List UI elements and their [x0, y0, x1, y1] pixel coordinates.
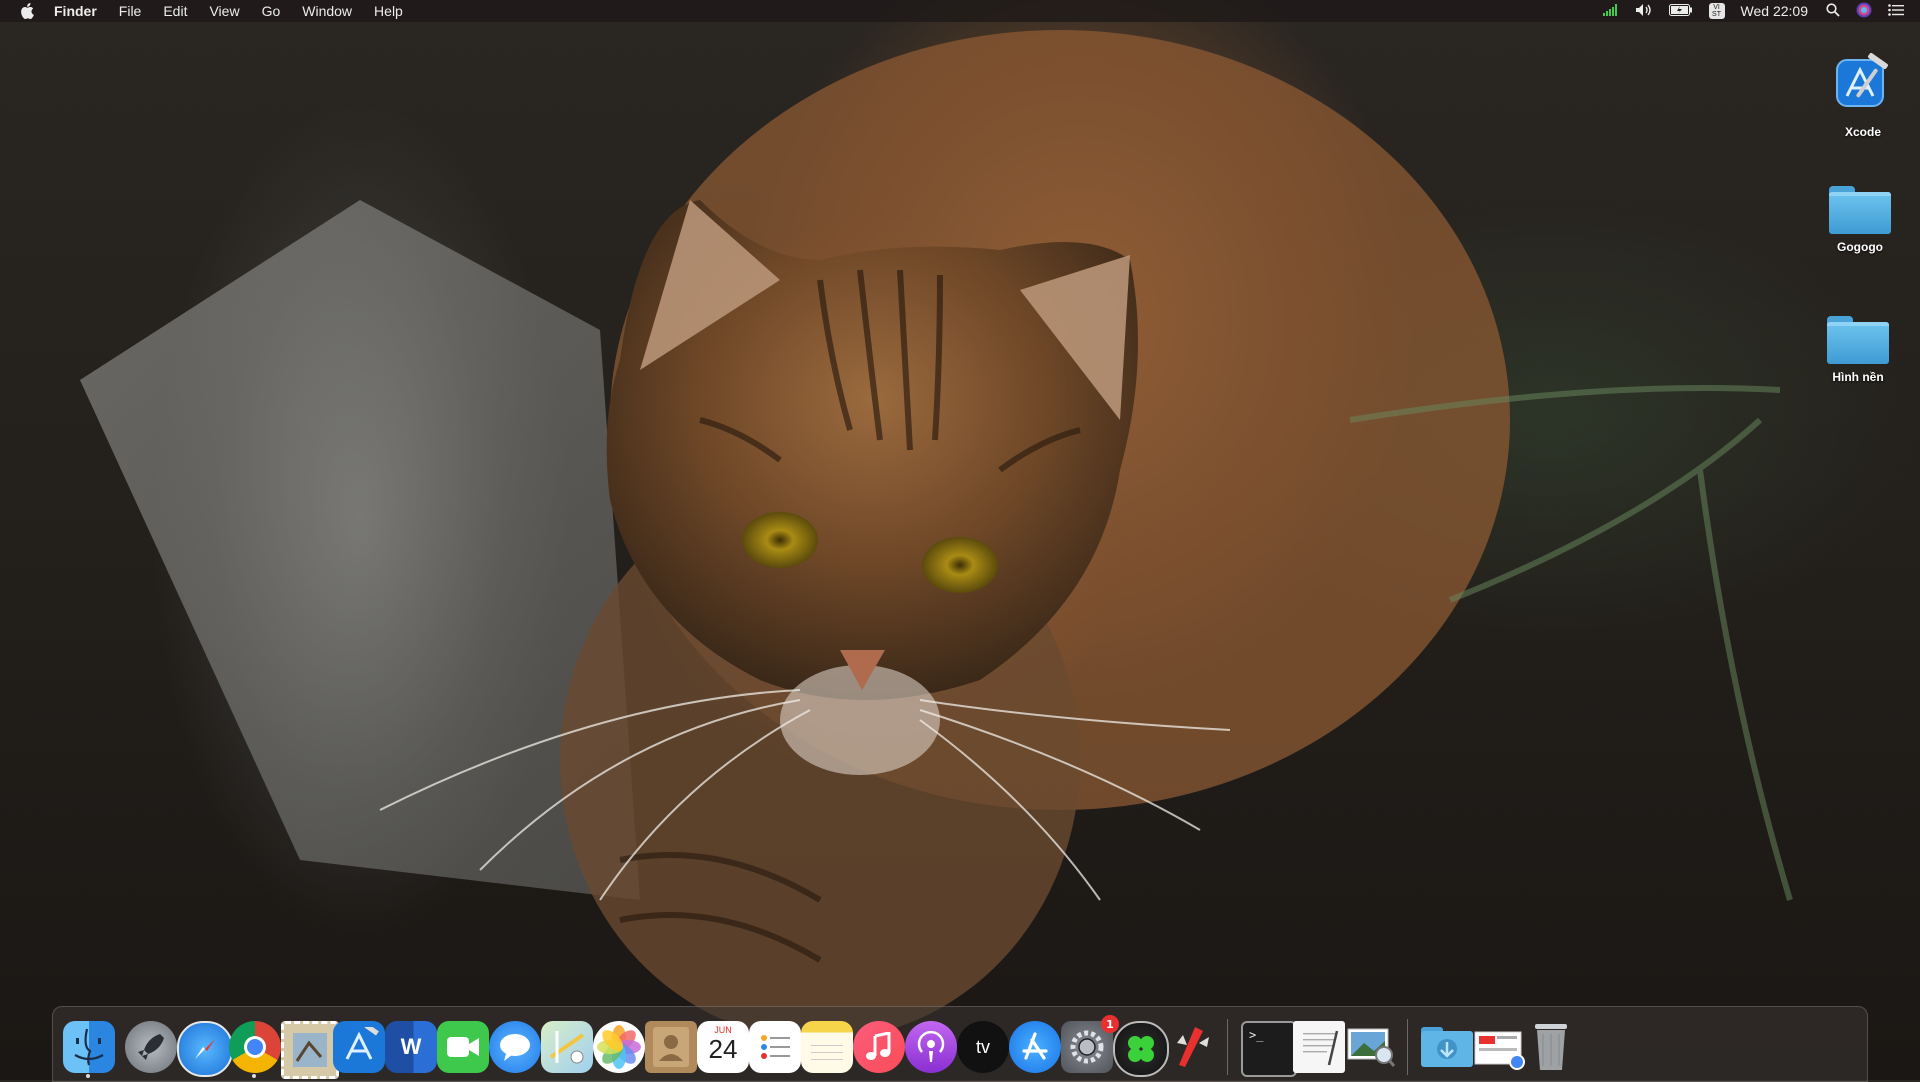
- finder-icon: [74, 1028, 104, 1066]
- volume-icon[interactable]: [1635, 3, 1653, 20]
- dock-contacts[interactable]: [645, 1021, 697, 1073]
- wifi-signal-icon[interactable]: [1602, 3, 1619, 19]
- dock-word[interactable]: W: [385, 1021, 437, 1073]
- notification-badge: 1: [1101, 1015, 1119, 1033]
- dock-xcode[interactable]: [333, 1021, 385, 1073]
- calendar-icon: 24: [708, 1034, 738, 1064]
- dock-recent-document[interactable]: [1473, 1021, 1525, 1073]
- dock-finder[interactable]: [63, 1021, 115, 1073]
- dock-textedit[interactable]: [1293, 1021, 1345, 1073]
- battery-icon[interactable]: [1668, 3, 1693, 19]
- maps-icon: [549, 1031, 585, 1064]
- notes-icon: [811, 1045, 843, 1060]
- menu-app-name[interactable]: Finder: [54, 0, 97, 22]
- stamp-icon: [293, 1033, 327, 1067]
- wallpaper-cat: [80, 30, 1793, 1040]
- desktop-icon-label: Xcode: [1844, 125, 1881, 139]
- dock-clover[interactable]: [1113, 1021, 1169, 1077]
- messages-icon: [500, 1034, 530, 1061]
- folder-icon: [1829, 186, 1891, 234]
- apple-menu-icon[interactable]: [20, 3, 38, 19]
- menu-clock[interactable]: Wed 22:09: [1741, 3, 1808, 19]
- xcode-icon: [345, 1027, 379, 1060]
- notification-center-icon[interactable]: [1888, 3, 1904, 19]
- dock-podcasts[interactable]: [905, 1021, 957, 1073]
- music-icon: [866, 1032, 891, 1060]
- dock-chrome[interactable]: [229, 1021, 281, 1073]
- system-preferences-icon: [1070, 1030, 1104, 1064]
- word-icon: W: [400, 1034, 422, 1059]
- dock-music[interactable]: [853, 1021, 905, 1073]
- dock-preview[interactable]: [1345, 1021, 1397, 1073]
- xcode-icon: [1836, 53, 1888, 107]
- dock-calendar[interactable]: JUN 24: [697, 1021, 749, 1073]
- dock-reminders[interactable]: [749, 1021, 801, 1073]
- app-store-icon: [1022, 1032, 1048, 1060]
- menu-window[interactable]: Window: [302, 0, 352, 22]
- running-indicator-finder: [86, 1074, 90, 1078]
- dock-separator: [1227, 1019, 1228, 1075]
- dock: W JUN 24 tv 1 >_: [52, 1006, 1868, 1082]
- dock-separator: [1407, 1019, 1408, 1075]
- input-source-icon[interactable]: VI ST: [1708, 3, 1725, 19]
- reminders-icon: [761, 1035, 790, 1059]
- menu-file[interactable]: File: [119, 0, 142, 22]
- facetime-icon: [447, 1037, 479, 1057]
- clover-icon: [1128, 1036, 1154, 1062]
- folder-icon: [1827, 316, 1889, 364]
- dock-downloads[interactable]: [1421, 1021, 1473, 1073]
- menu-bar: Finder File Edit View Go Window Help VI …: [0, 0, 1920, 22]
- downloads-folder-icon: [1421, 1027, 1473, 1067]
- desktop-icon-hinh-nen[interactable]: Hình nền: [1813, 316, 1903, 384]
- desktop-icon-xcode[interactable]: Xcode: [1818, 52, 1908, 139]
- menu-view[interactable]: View: [209, 0, 239, 22]
- safari-icon: [195, 1039, 215, 1059]
- menu-help[interactable]: Help: [374, 0, 403, 22]
- dock-maps[interactable]: [541, 1021, 593, 1073]
- chrome-icon: [244, 1036, 266, 1058]
- siri-icon[interactable]: [1856, 2, 1872, 21]
- dock-photos[interactable]: [593, 1021, 645, 1073]
- dock-tv[interactable]: tv: [957, 1021, 1009, 1073]
- dock-notes[interactable]: [801, 1021, 853, 1073]
- dock-stamp[interactable]: [281, 1021, 339, 1079]
- desktop-icon-gogogo[interactable]: Gogogo: [1815, 186, 1905, 254]
- menu-edit[interactable]: Edit: [163, 0, 187, 22]
- contacts-icon: [653, 1027, 689, 1067]
- menu-go[interactable]: Go: [262, 0, 281, 22]
- dock-launchpad[interactable]: [125, 1021, 177, 1073]
- dock-trash[interactable]: [1525, 1021, 1577, 1073]
- dock-facetime[interactable]: [437, 1021, 489, 1073]
- launchpad-icon: [138, 1034, 164, 1060]
- desktop-icon-label: Hình nền: [1832, 370, 1884, 384]
- terminal-icon: >_: [1249, 1028, 1264, 1042]
- dock-safari[interactable]: [177, 1021, 233, 1077]
- textedit-icon: [1303, 1030, 1339, 1066]
- photos-icon: [597, 1025, 641, 1069]
- trash-icon: [1535, 1024, 1567, 1070]
- apple-tv-icon: tv: [975, 1036, 990, 1057]
- document-stack-icon: [1474, 1031, 1525, 1070]
- red-tool-icon: [1177, 1027, 1209, 1067]
- dock-messages[interactable]: [489, 1021, 541, 1073]
- dock-system-preferences[interactable]: 1: [1061, 1015, 1119, 1073]
- dock-terminal[interactable]: >_: [1241, 1021, 1297, 1077]
- running-indicator-chrome: [252, 1074, 256, 1078]
- spotlight-icon[interactable]: [1826, 2, 1840, 20]
- podcasts-icon: [917, 1030, 945, 1062]
- preview-icon: [1347, 1028, 1396, 1067]
- dock-app-store[interactable]: [1009, 1021, 1061, 1073]
- dock-kext-utility[interactable]: [1165, 1021, 1217, 1073]
- desktop-icon-label: Gogogo: [1837, 240, 1883, 254]
